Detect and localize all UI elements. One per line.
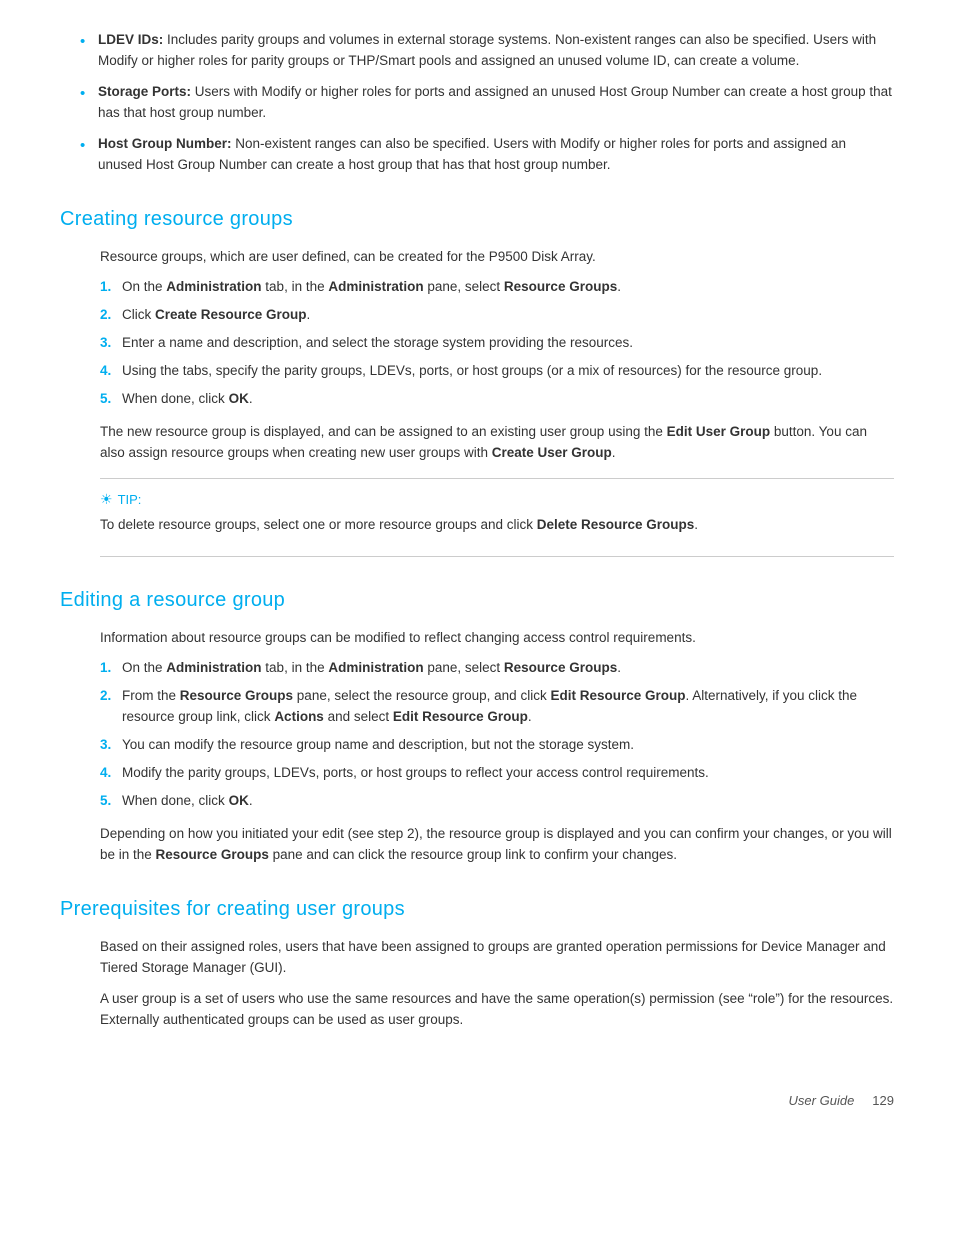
creating-after-steps: The new resource group is displayed, and…: [100, 422, 894, 464]
editing-step-5-num: 5.: [100, 791, 122, 812]
tip-label: ☀ TIP:: [100, 489, 894, 511]
bullet-host-group-text: Host Group Number: Non-existent ranges c…: [98, 136, 846, 172]
footer-page-number: 129: [872, 1091, 894, 1111]
editing-step-5: 5. When done, click OK.: [100, 791, 894, 812]
editing-step-1-num: 1.: [100, 658, 122, 679]
editing-step-5-text: When done, click OK.: [122, 791, 894, 812]
creating-step-4-text: Using the tabs, specify the parity group…: [122, 361, 894, 382]
editing-section-body: Information about resource groups can be…: [100, 628, 894, 866]
creating-intro: Resource groups, which are user defined,…: [100, 247, 894, 268]
creating-step-5: 5. When done, click OK.: [100, 389, 894, 410]
prerequisites-section-body: Based on their assigned roles, users tha…: [100, 937, 894, 1031]
prerequisites-section-title: Prerequisites for creating user groups: [60, 894, 894, 925]
prerequisites-para1: Based on their assigned roles, users tha…: [100, 937, 894, 979]
editing-steps-list: 1. On the Administration tab, in the Adm…: [100, 658, 894, 812]
editing-step-2: 2. From the Resource Groups pane, select…: [100, 686, 894, 728]
bullet-ldev-text: LDEV IDs: Includes parity groups and vol…: [98, 32, 876, 68]
editing-step-4-text: Modify the parity groups, LDEVs, ports, …: [122, 763, 894, 784]
bullet-host-group: Host Group Number: Non-existent ranges c…: [80, 134, 894, 176]
creating-step-3: 3. Enter a name and description, and sel…: [100, 333, 894, 354]
creating-step-3-num: 3.: [100, 333, 122, 354]
creating-step-1-num: 1.: [100, 277, 122, 298]
creating-section-title: Creating resource groups: [60, 204, 894, 235]
creating-step-2-num: 2.: [100, 305, 122, 326]
tip-text: To delete resource groups, select one or…: [100, 515, 894, 536]
bullet-ldev: LDEV IDs: Includes parity groups and vol…: [80, 30, 894, 72]
creating-steps-list: 1. On the Administration tab, in the Adm…: [100, 277, 894, 410]
editing-section-title: Editing a resource group: [60, 585, 894, 616]
creating-step-4-num: 4.: [100, 361, 122, 382]
editing-step-3-num: 3.: [100, 735, 122, 756]
editing-after-steps: Depending on how you initiated your edit…: [100, 824, 894, 866]
tip-label-text: TIP:: [118, 490, 142, 510]
editing-step-3-text: You can modify the resource group name a…: [122, 735, 894, 756]
creating-section-body: Resource groups, which are user defined,…: [100, 247, 894, 557]
tip-box: ☀ TIP: To delete resource groups, select…: [100, 478, 894, 557]
editing-intro: Information about resource groups can be…: [100, 628, 894, 649]
creating-step-5-num: 5.: [100, 389, 122, 410]
creating-step-4: 4. Using the tabs, specify the parity gr…: [100, 361, 894, 382]
prerequisites-para2: A user group is a set of users who use t…: [100, 989, 894, 1031]
editing-step-2-num: 2.: [100, 686, 122, 728]
editing-step-3: 3. You can modify the resource group nam…: [100, 735, 894, 756]
creating-step-5-text: When done, click OK.: [122, 389, 894, 410]
creating-step-1-text: On the Administration tab, in the Admini…: [122, 277, 894, 298]
creating-step-1: 1. On the Administration tab, in the Adm…: [100, 277, 894, 298]
creating-step-3-text: Enter a name and description, and select…: [122, 333, 894, 354]
bullet-storage-ports-text: Storage Ports: Users with Modify or high…: [98, 84, 892, 120]
footer-label: User Guide: [789, 1091, 855, 1111]
creating-step-2: 2. Click Create Resource Group.: [100, 305, 894, 326]
editing-step-2-text: From the Resource Groups pane, select th…: [122, 686, 894, 728]
editing-step-4: 4. Modify the parity groups, LDEVs, port…: [100, 763, 894, 784]
intro-bullet-list: LDEV IDs: Includes parity groups and vol…: [80, 30, 894, 176]
editing-step-4-num: 4.: [100, 763, 122, 784]
bullet-storage-ports: Storage Ports: Users with Modify or high…: [80, 82, 894, 124]
creating-step-2-text: Click Create Resource Group.: [122, 305, 894, 326]
sun-icon: ☀: [100, 489, 113, 511]
editing-step-1-text: On the Administration tab, in the Admini…: [122, 658, 894, 679]
editing-step-1: 1. On the Administration tab, in the Adm…: [100, 658, 894, 679]
page-footer: User Guide 129: [60, 1091, 894, 1111]
